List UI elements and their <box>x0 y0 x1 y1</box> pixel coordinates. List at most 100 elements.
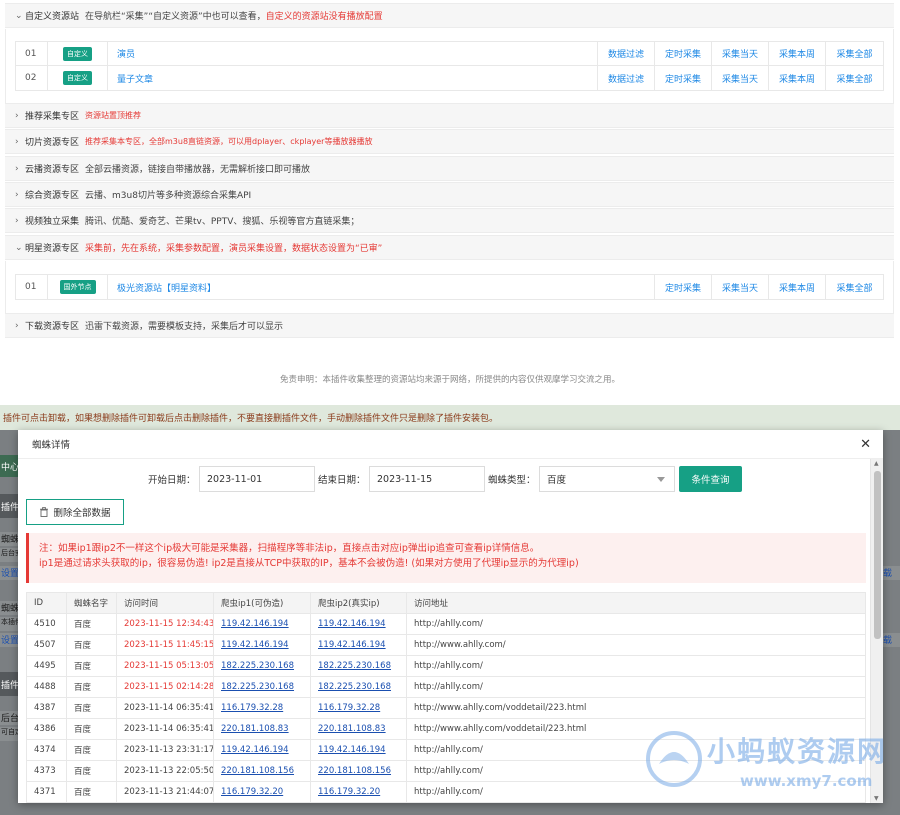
chevron-down-icon: ⌄ <box>15 10 23 21</box>
section-download[interactable]: › 下载资源专区 迅雷下载资源，需要模板支持，采集后才可以显示 <box>5 313 894 338</box>
modal-header: 蜘蛛详情 ✕ <box>18 430 883 459</box>
delete-all-button[interactable]: 删除全部数据 <box>26 499 124 525</box>
section-video-independent[interactable]: › 视频独立采集 腾讯、优酷、爱奇艺、芒果tv、PPTV、搜狐、乐视等官方直链采… <box>5 208 894 233</box>
cell-spider-name: 百度 <box>66 760 117 782</box>
scheduled-collect-button[interactable]: 定时采集 <box>655 275 712 299</box>
section-custom-body: 01 自定义 演员 数据过滤 定时采集 采集当天 采集本周 采集全部 02 自定… <box>5 29 894 103</box>
filter-data-button[interactable]: 数据过滤 <box>598 66 655 90</box>
cell-ip2-link[interactable]: 182.225.230.168 <box>310 676 407 698</box>
scheduled-collect-button[interactable]: 定时采集 <box>655 66 712 90</box>
end-date-input[interactable] <box>369 466 485 492</box>
query-button[interactable]: 条件查询 <box>679 466 742 492</box>
cell-spider-name: 百度 <box>66 718 117 740</box>
row-number: 01 <box>16 42 48 65</box>
section-desc: 资源站置顶推荐 <box>85 111 142 120</box>
section-slice[interactable]: › 切片资源专区 推荐采集本专区，全部m3u8直链资源，可以用dplayer、c… <box>5 129 894 154</box>
cell-ip2-link[interactable]: 119.42.146.194 <box>310 634 407 656</box>
column-header-spider-name: 蜘蛛名字 <box>66 592 117 614</box>
cell-ip2-link[interactable]: 220.181.108.156 <box>310 760 407 782</box>
collect-all-button[interactable]: 采集全部 <box>826 275 883 299</box>
source-name-link[interactable]: 极光资源站【明星资料】 <box>108 275 655 299</box>
chevron-down-icon <box>657 477 665 482</box>
section-title: 自定义资源站 <box>25 12 80 22</box>
section-title: 云播资源专区 <box>25 165 80 175</box>
spider-type-value: 百度 <box>547 475 567 486</box>
delete-all-label: 删除全部数据 <box>53 508 111 519</box>
cell-ip1-link[interactable]: 119.42.146.194 <box>213 739 311 761</box>
source-name-link[interactable]: 演员 <box>108 42 598 65</box>
modal-title: 蜘蛛详情 <box>32 440 71 451</box>
cell-id: 4387 <box>26 697 67 719</box>
collect-week-button[interactable]: 采集本周 <box>769 275 826 299</box>
cell-ip1-link[interactable]: 116.179.32.20 <box>213 781 311 803</box>
bg-header-fragment: 插件 <box>0 494 18 518</box>
end-date-label: 结束日期： <box>318 475 366 486</box>
cell-spider-name: 百度 <box>66 655 117 677</box>
start-date-label: 开始日期： <box>148 475 196 486</box>
collect-today-button[interactable]: 采集当天 <box>712 275 769 299</box>
close-icon[interactable]: ✕ <box>860 437 871 452</box>
custom-source-table: 01 自定义 演员 数据过滤 定时采集 采集当天 采集本周 采集全部 02 自定… <box>15 41 884 91</box>
collect-today-button[interactable]: 采集当天 <box>712 66 769 90</box>
collect-all-button[interactable]: 采集全部 <box>826 42 883 65</box>
bg-text-fragment: 蜘蛛统 <box>0 601 18 615</box>
modal-scrollbar[interactable]: ▲ ▼ <box>870 459 883 803</box>
section-title: 下载资源专区 <box>25 322 80 332</box>
cell-url: http://ahlly.com/ <box>406 760 866 782</box>
source-tag-badge: 自定义 <box>63 71 92 85</box>
scroll-up-icon[interactable]: ▲ <box>874 460 879 467</box>
cell-ip2-link[interactable]: 116.179.32.20 <box>310 781 407 803</box>
cell-ip2-link[interactable]: 182.225.230.168 <box>310 655 407 677</box>
source-name-link[interactable]: 量子文章 <box>108 66 598 90</box>
cell-ip2-link[interactable]: 116.179.32.28 <box>310 697 407 719</box>
bg-text-fragment: 蜘蛛 <box>0 532 18 546</box>
cell-ip2-link[interactable]: 220.181.108.83 <box>310 718 407 740</box>
cell-ip1-link[interactable]: 119.42.146.194 <box>213 613 311 635</box>
table-row: 02 自定义 量子文章 数据过滤 定时采集 采集当天 采集本周 采集全部 <box>16 66 883 90</box>
bg-link-fragment: 载 <box>883 633 900 647</box>
section-cloud[interactable]: › 云播资源专区 全部云播资源，链接自带播放器，无需解析接口即可播放 <box>5 156 894 181</box>
table-row: 4371 百度 2023-11-13 21:44:07 116.179.32.20 11… <box>26 781 866 803</box>
collect-week-button[interactable]: 采集本周 <box>769 66 826 90</box>
cell-ip1-link[interactable]: 119.42.146.194 <box>213 634 311 656</box>
notice-text: 插件可点击卸载，如果想删除插件可卸载后点击删除插件，不要直接删插件文件，手动删除… <box>3 414 499 424</box>
cell-ip2-link[interactable]: 119.42.146.194 <box>310 739 407 761</box>
filter-data-button[interactable]: 数据过滤 <box>598 42 655 65</box>
disclaimer-text: 免责申明：本插件收集整理的资源站均来源于网络，所提供的内容仅供观摩学习交流之用。 <box>279 375 620 385</box>
cell-ip1-link[interactable]: 116.179.32.28 <box>213 697 311 719</box>
table-row: 4373 百度 2023-11-13 22:05:50 220.181.108.156… <box>26 760 866 782</box>
collect-week-button[interactable]: 采集本周 <box>769 42 826 65</box>
table-row: 4507 百度 2023-11-15 11:45:15 119.42.146.194 1… <box>26 634 866 656</box>
cell-ip1-link[interactable]: 182.225.230.168 <box>213 676 311 698</box>
start-date-input[interactable] <box>199 466 315 492</box>
section-recommended[interactable]: › 推荐采集专区 资源站置顶推荐 <box>5 103 894 128</box>
scroll-down-icon[interactable]: ▼ <box>874 795 879 802</box>
scheduled-collect-button[interactable]: 定时采集 <box>655 42 712 65</box>
section-desc: 全部云播资源，链接自带播放器，无需解析接口即可播放 <box>85 165 311 175</box>
section-comprehensive[interactable]: › 综合资源专区 云播、m3u8切片等多种资源综合采集API <box>5 182 894 207</box>
cell-id: 4510 <box>26 613 67 635</box>
warning-line-2: ip1是通过请求头获取的ip，很容易伪造! ip2是直接从TCP中获取的IP，基… <box>39 558 579 569</box>
cell-id: 4386 <box>26 718 67 740</box>
section-desc: 云播、m3u8切片等多种资源综合采集API <box>85 191 252 201</box>
cell-ip2-link[interactable]: 119.42.146.194 <box>310 613 407 635</box>
cell-visit-time: 2023-11-15 05:13:05 <box>116 655 214 677</box>
scrollbar-thumb[interactable] <box>874 471 881 639</box>
table-row: 4510 百度 2023-11-15 12:34:43 119.42.146.194 1… <box>26 613 866 635</box>
modal-body: 开始日期： 结束日期： 蜘蛛类型： 百度 条件查询 删除全部数据 注：如果ip1… <box>18 459 870 803</box>
cell-visit-time: 2023-11-14 06:35:41 <box>116 697 214 719</box>
cell-ip1-link[interactable]: 220.181.108.83 <box>213 718 311 740</box>
chevron-right-icon: › <box>15 110 19 121</box>
table-row: 4387 百度 2023-11-14 06:35:41 116.179.32.28 11… <box>26 697 866 719</box>
chevron-right-icon: › <box>15 215 19 226</box>
cell-ip1-link[interactable]: 182.225.230.168 <box>213 655 311 677</box>
collect-all-button[interactable]: 采集全部 <box>826 66 883 90</box>
cell-spider-name: 百度 <box>66 739 117 761</box>
cell-ip1-link[interactable]: 220.181.108.156 <box>213 760 311 782</box>
spider-visit-table: ID 蜘蛛名字 访问时间 爬虫ip1(可伪造) 爬虫ip2(真实ip) 访问地址… <box>26 592 866 803</box>
spider-type-select[interactable]: 百度 <box>539 466 675 492</box>
section-star-header[interactable]: ⌄ 明星资源专区 采集前，先在系统，采集参数配置，演员采集设置，数据状态设置为“… <box>5 235 894 260</box>
section-custom-header[interactable]: ⌄ 自定义资源站 在导航栏“采集”“自定义资源”中也可以查看， 自定义的资源站没… <box>5 3 894 28</box>
cell-url: http://ahlly.com/ <box>406 613 866 635</box>
collect-today-button[interactable]: 采集当天 <box>712 42 769 65</box>
